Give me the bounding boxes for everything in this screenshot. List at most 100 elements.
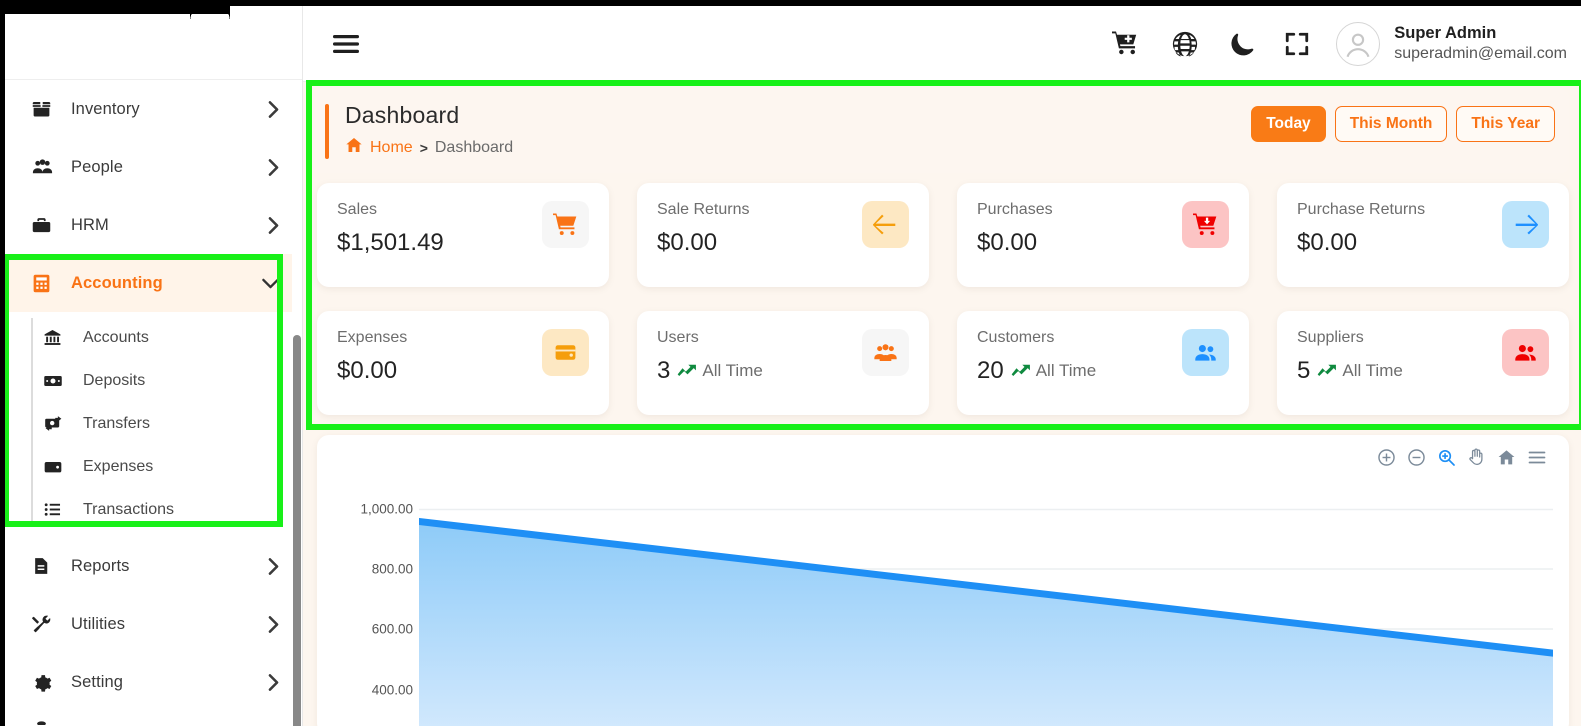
add-to-cart-icon[interactable] (1112, 30, 1141, 57)
sidebar-item-accounting[interactable]: Accounting (5, 254, 302, 312)
stat-card-suppliers[interactable]: Suppliers 5 All Time (1277, 311, 1569, 415)
stat-label: Customers (977, 329, 1055, 346)
suppliers-icon (1502, 329, 1549, 376)
user-info: Super Admin superadmin@email.com (1394, 23, 1567, 64)
sidebar-item-label: Reports (71, 556, 130, 575)
breadcrumb-home-link[interactable]: Home (370, 139, 413, 157)
stat-card-text: Sales $1,501.49 (337, 201, 542, 257)
filter-today-button[interactable]: Today (1251, 106, 1326, 142)
stat-card-text: Purchases $0.00 (977, 201, 1182, 257)
stat-label: Sales (337, 201, 378, 218)
home-icon[interactable] (345, 136, 363, 159)
sidebar-subitem-label: Deposits (83, 371, 146, 389)
stat-card-customers[interactable]: Customers 20 All Time (957, 311, 1249, 415)
user-name: Super Admin (1394, 24, 1497, 43)
sidebar-item-label: Utilities (71, 614, 126, 633)
stat-card-text: Customers 20 All Time (977, 329, 1182, 385)
user-profile-menu[interactable]: Super Admin superadmin@email.com (1336, 21, 1567, 66)
sidebar-subitem-label: Accounts (83, 328, 149, 346)
chart-area-fill (419, 521, 1553, 726)
zoom-in-icon[interactable] (1377, 448, 1396, 467)
document-icon (31, 556, 57, 576)
partial-icon (31, 717, 57, 725)
selection-zoom-icon[interactable] (1437, 448, 1456, 467)
gear-icon (31, 672, 57, 693)
trend-up-icon (676, 361, 697, 381)
page-header: Dashboard Home > Dashboard Today This Mo… (315, 90, 1569, 173)
user-email: superadmin@email.com (1394, 44, 1567, 62)
stat-card-sales[interactable]: Sales $1,501.49 (317, 183, 609, 287)
sidebar-subitem-accounts[interactable]: Accounts (5, 316, 302, 359)
sidebar-subitem-label: Transfers (83, 414, 150, 432)
breadcrumb-separator: > (419, 139, 428, 156)
fullscreen-icon[interactable] (1284, 31, 1310, 57)
arrow-left-icon (862, 201, 909, 248)
customers-icon (1182, 329, 1229, 376)
sidebar-subitem-transactions[interactable]: Transactions (5, 488, 302, 531)
stat-card-purchase-returns[interactable]: Purchase Returns $0.00 (1277, 183, 1569, 287)
chart-plot-area: 1,000.00 800.00 600.00 400.00 (333, 483, 1553, 726)
list-icon (43, 500, 71, 519)
stat-value-wrap: $0.00 (977, 229, 1182, 257)
money-transfer-icon (43, 413, 71, 434)
sidebar-item-label: Inventory (71, 99, 140, 118)
sidebar-subitem-expenses[interactable]: Expenses (5, 445, 302, 488)
bank-icon (43, 328, 71, 347)
pan-hand-icon[interactable] (1467, 447, 1486, 467)
stats-row-2: Expenses $0.00 Users 3 All Time Customer… (303, 287, 1581, 415)
sidebar-subitem-transfers[interactable]: Transfers (5, 402, 302, 445)
chevron-right-icon (267, 216, 280, 235)
menu-icon[interactable] (1527, 449, 1547, 466)
sidebar-item-partial[interactable] (5, 711, 302, 726)
sidebar-item-label: Setting (71, 672, 124, 691)
sidebar-item-label: HRM (71, 215, 109, 234)
hamburger-menu-icon[interactable] (331, 32, 361, 56)
y-axis-tick: 800.00 (371, 561, 413, 577)
filter-this-month-button[interactable]: This Month (1334, 106, 1448, 142)
chevron-right-icon (267, 673, 280, 692)
stat-sub-label: All Time (702, 361, 763, 380)
stat-card-users[interactable]: Users 3 All Time (637, 311, 929, 415)
app-window: Inventory People HRM Accounting Accounts… (0, 0, 1581, 726)
sidebar-item-setting[interactable]: Setting (5, 653, 302, 711)
stat-card-text: Sale Returns $0.00 (657, 201, 862, 257)
sidebar-item-hrm[interactable]: HRM (5, 196, 302, 254)
stat-value: 3 (657, 357, 671, 384)
main-content: Dashboard Home > Dashboard Today This Mo… (303, 82, 1581, 726)
stat-value-wrap: $1,501.49 (337, 229, 542, 257)
accounting-submenu: Accounts Deposits Transfers Expenses Tra… (5, 312, 302, 537)
chevron-down-icon (261, 277, 280, 290)
sidebar-subitem-deposits[interactable]: Deposits (5, 359, 302, 402)
trend-up-icon (1316, 361, 1337, 381)
users-icon (862, 329, 909, 376)
sidebar: Inventory People HRM Accounting Accounts… (5, 0, 303, 726)
sidebar-scrollbar[interactable] (292, 80, 302, 726)
stat-card-expenses[interactable]: Expenses $0.00 (317, 311, 609, 415)
filter-this-year-button[interactable]: This Year (1456, 106, 1555, 142)
date-filter-group: Today This Month This Year (1251, 102, 1555, 142)
arrow-right-icon (1502, 201, 1549, 248)
zoom-out-icon[interactable] (1407, 448, 1426, 467)
stat-label: Sale Returns (657, 201, 750, 218)
chevron-right-icon (267, 557, 280, 576)
stat-card-sale-returns[interactable]: Sale Returns $0.00 (637, 183, 929, 287)
y-axis-tick: 1,000.00 (360, 501, 413, 517)
sidebar-item-utilities[interactable]: Utilities (5, 595, 302, 653)
stat-value-wrap: $0.00 (1297, 229, 1502, 257)
stat-value-wrap: 20 All Time (977, 357, 1182, 385)
money-bill-icon (43, 371, 71, 391)
stat-label: Users (657, 329, 699, 346)
avatar (1336, 21, 1381, 66)
stat-value: $0.00 (977, 229, 1038, 256)
sidebar-item-reports[interactable]: Reports (5, 537, 302, 595)
dark-mode-moon-icon[interactable] (1229, 30, 1254, 57)
sidebar-item-inventory[interactable]: Inventory (5, 80, 302, 138)
sidebar-scrollbar-thumb[interactable] (293, 335, 301, 726)
sidebar-item-people[interactable]: People (5, 138, 302, 196)
globe-language-icon[interactable] (1171, 30, 1199, 58)
breadcrumb: Home > Dashboard (345, 136, 1251, 159)
stat-card-purchases[interactable]: Purchases $0.00 (957, 183, 1249, 287)
sidebar-subitem-label: Transactions (83, 500, 174, 518)
stat-card-text: Purchase Returns $0.00 (1297, 201, 1502, 257)
reset-home-icon[interactable] (1497, 448, 1516, 467)
